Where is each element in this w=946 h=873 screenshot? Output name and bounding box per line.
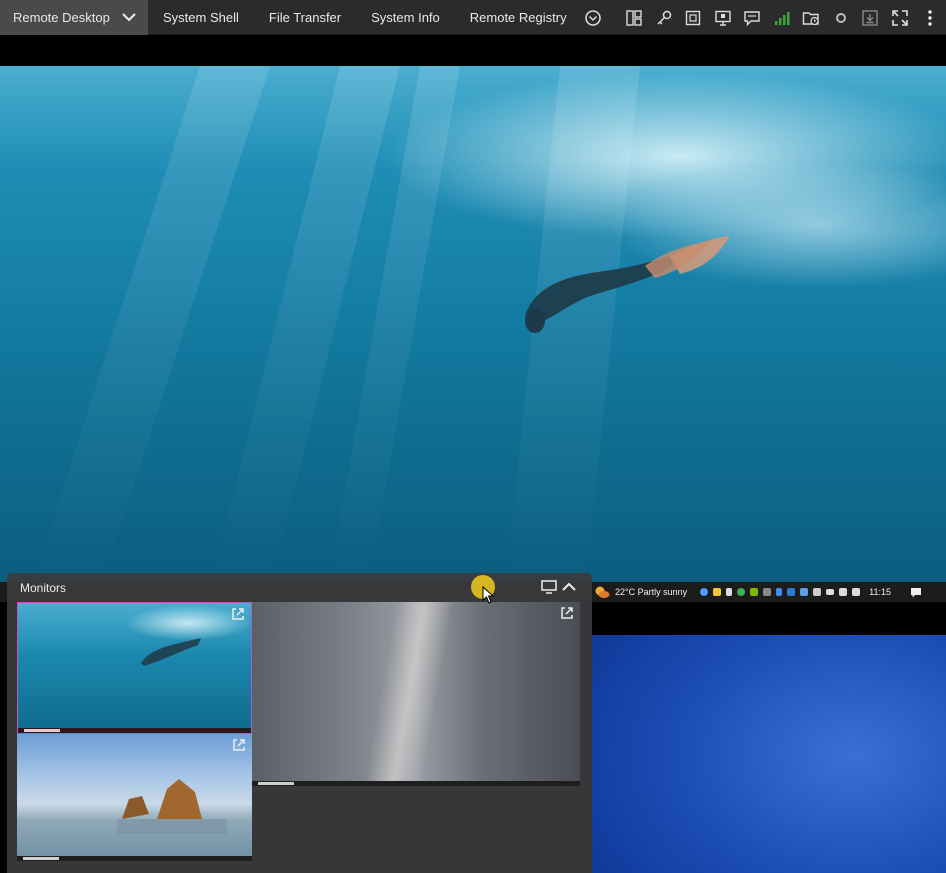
thumbnail-rocks <box>117 779 227 834</box>
monitor-toggle-icon[interactable] <box>541 580 557 594</box>
weather-icon <box>595 586 610 598</box>
folder-clock-icon[interactable] <box>797 0 827 35</box>
app-tray-icon[interactable] <box>787 588 796 596</box>
thumbnail-diver <box>141 638 201 666</box>
tab-remote-desktop[interactable]: Remote Desktop <box>0 0 148 35</box>
more-options-icon[interactable] <box>920 0 940 35</box>
monitors-panel-header: Monitors <box>7 573 592 601</box>
second-monitor-view[interactable] <box>592 635 946 873</box>
network-icon[interactable] <box>839 588 848 596</box>
mouse-cursor-icon <box>482 586 494 604</box>
session-toolbar: Remote Desktop System Shell File Transfe… <box>0 0 946 35</box>
app-tray-icon[interactable] <box>700 588 709 596</box>
open-external-icon[interactable] <box>231 607 245 621</box>
tab-system-info[interactable]: System Info <box>356 10 455 25</box>
nvidia-tray-icon[interactable] <box>750 588 759 596</box>
thumbnail-taskbar <box>252 781 580 786</box>
monitors-panel-title: Monitors <box>20 581 67 595</box>
security-tray-icon[interactable] <box>737 588 746 596</box>
monitor-thumbnail-1[interactable] <box>17 602 252 734</box>
thumbnail-taskbar <box>18 728 251 733</box>
collapse-chevron-icon[interactable] <box>561 580 577 594</box>
tab-remote-desktop-label: Remote Desktop <box>13 9 110 25</box>
chat-icon[interactable] <box>738 0 768 35</box>
chevron-circle-icon[interactable] <box>578 0 608 35</box>
toolbar-icon-group <box>578 0 915 35</box>
tab-remote-registry[interactable]: Remote Registry <box>455 10 582 25</box>
diver-figure <box>525 236 730 333</box>
drive-tray-icon[interactable] <box>713 588 722 596</box>
keyboard-icon[interactable] <box>813 588 822 596</box>
tray-icon[interactable] <box>763 588 772 596</box>
fullscreen-icon[interactable] <box>885 0 915 35</box>
thumbnail-taskbar <box>17 856 252 861</box>
tab-file-transfer[interactable]: File Transfer <box>254 10 356 25</box>
monitor-icon[interactable] <box>708 0 738 35</box>
open-external-icon[interactable] <box>232 738 246 752</box>
remote-screen-padding <box>0 35 946 66</box>
frame-icon[interactable] <box>679 0 709 35</box>
tab-system-shell[interactable]: System Shell <box>148 10 254 25</box>
monitor-thumbnail-3[interactable] <box>17 734 252 861</box>
open-external-icon[interactable] <box>560 606 574 620</box>
clock[interactable]: 11:15 <box>869 587 891 597</box>
chevron-down-icon[interactable] <box>122 12 136 22</box>
notification-icon[interactable] <box>910 587 922 598</box>
monitors-panel: Monitors <box>7 573 592 873</box>
record-icon[interactable] <box>826 0 856 35</box>
signal-icon <box>767 0 797 35</box>
download-icon[interactable] <box>856 0 886 35</box>
app-tray-icon[interactable] <box>800 588 809 596</box>
layout-icon[interactable] <box>620 0 650 35</box>
weather-text[interactable]: 22°C Partly sunny <box>615 587 687 597</box>
remote-desktop-view[interactable] <box>0 66 946 582</box>
monitor-thumbnail-2[interactable] <box>252 602 580 786</box>
key-icon[interactable] <box>649 0 679 35</box>
usb-tray-icon[interactable] <box>726 588 733 596</box>
battery-icon[interactable] <box>826 589 835 595</box>
bluetooth-icon[interactable] <box>776 588 783 596</box>
system-tray: 22°C Partly sunny 11:15 <box>594 582 922 602</box>
volume-icon[interactable] <box>852 588 861 596</box>
